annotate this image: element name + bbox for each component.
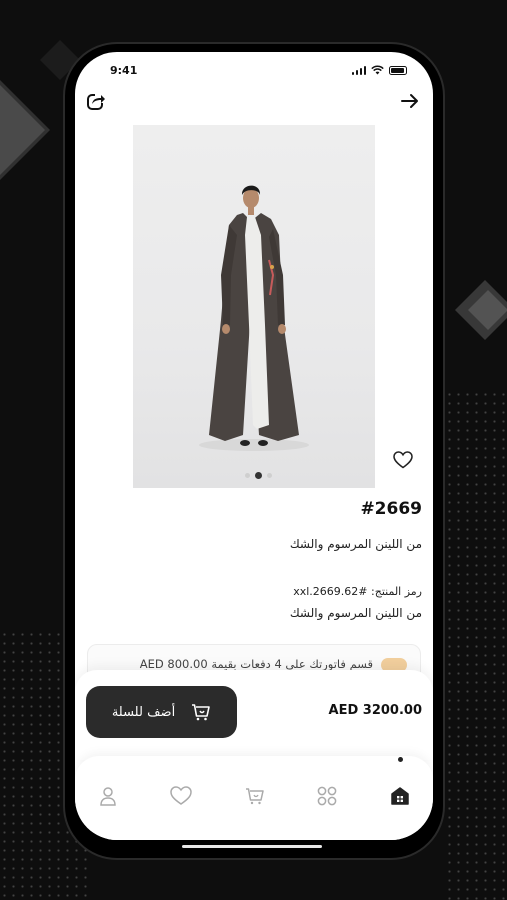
gallery-dot[interactable] (267, 473, 272, 478)
add-to-cart-button[interactable]: أضف للسلة (86, 686, 237, 738)
share-icon[interactable] (85, 90, 107, 112)
product-price: AED 3200.00 (328, 703, 422, 718)
home-indicator (182, 845, 322, 848)
gallery-dot[interactable] (245, 473, 250, 478)
status-time: 9:41 (110, 63, 138, 77)
product-image[interactable] (133, 125, 375, 488)
battery-icon (389, 65, 407, 75)
add-to-cart-label: أضف للسلة (111, 704, 176, 720)
gallery-dot-active[interactable] (255, 472, 262, 479)
product-code: رمز المنتج: #xxl.2669.62 (293, 585, 422, 598)
dot-pattern-right (445, 390, 507, 900)
product-description: من اللينن المرسوم والشك (289, 606, 422, 620)
product-title: من اللينن المرسوم والشك (289, 537, 422, 551)
cart-icon (192, 704, 210, 721)
nav-home-icon[interactable] (387, 783, 413, 809)
nav-active-indicator (398, 757, 403, 762)
status-icons (351, 65, 407, 75)
status-bar: 9:41 (75, 52, 433, 88)
abaya-illustration (199, 185, 309, 451)
signal-icon (351, 65, 366, 75)
app-screen: 9:41 #2669 من اللينن المرسوم والشك رمز ا… (75, 52, 433, 840)
gallery-dots (245, 472, 272, 479)
nav-heart-icon[interactable] (168, 783, 194, 809)
back-arrow-icon[interactable] (399, 90, 421, 112)
favorite-heart-icon[interactable] (393, 451, 417, 473)
wifi-icon (371, 65, 384, 75)
nav-profile-icon[interactable] (95, 783, 121, 809)
installment-text: قسم فاتورتك على 4 دفعات بقيمة AED 800.00 (139, 657, 373, 671)
nav-cart-icon[interactable] (242, 783, 268, 809)
product-number: #2669 (360, 499, 422, 519)
nav-categories-icon[interactable] (314, 783, 340, 809)
